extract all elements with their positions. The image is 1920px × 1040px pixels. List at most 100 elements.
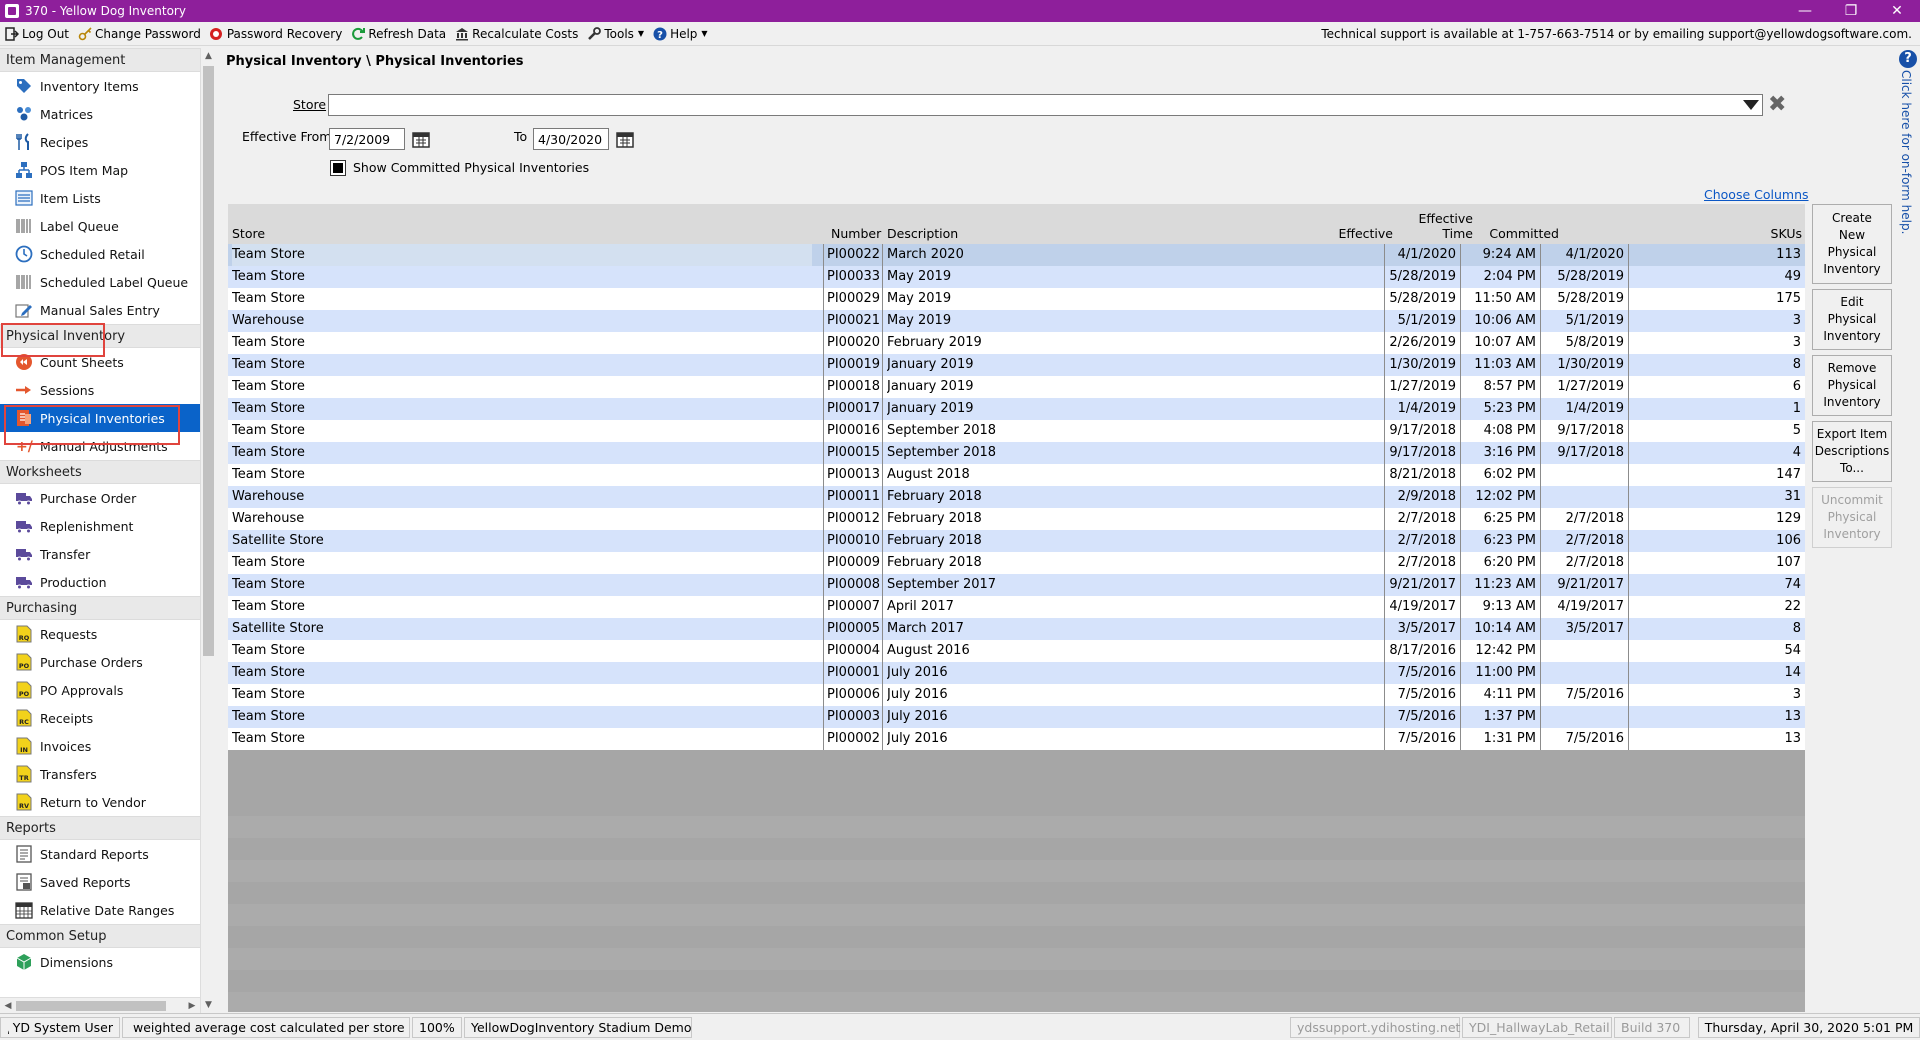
column-header-committed[interactable]: Committed [1489,226,1559,241]
on-form-help[interactable]: ? Click here for on-form help. [1896,48,1920,1013]
sidebar-item-dimensions[interactable]: Dimensions [0,948,200,976]
table-row[interactable]: Team Store PI00002 July 2016 7/5/2016 1:31 P… [228,728,1805,750]
help-menu[interactable]: ? Help ▼ [652,24,708,44]
sidebar-item-scheduled-label-queue[interactable]: Scheduled Label Queue [0,268,200,296]
sidebar-group-purchasing[interactable]: Purchasing [0,596,200,620]
table-row[interactable]: Team Store PI00013 August 2018 8/21/2018 6:0… [228,464,1805,486]
restore-icon[interactable]: ❐ [1828,0,1874,22]
table-row[interactable]: Warehouse PI00012 February 2018 2/7/2018 6:2… [228,508,1805,530]
column-header-effective-time[interactable]: Effective Time [1418,211,1473,241]
sidebar-group-physical-inventory[interactable]: Physical Inventory [0,324,200,348]
sidebar-group-reports[interactable]: Reports [0,816,200,840]
log-out-button[interactable]: Log Out [4,24,69,44]
sidebar-item-replenishment[interactable]: Replenishment [0,512,200,540]
remove-physical-inventory-button[interactable]: Remove Physical Inventory [1812,355,1892,416]
sidebar-item-standard-reports[interactable]: Standard Reports [0,840,200,868]
sidebar-item-sessions[interactable]: Sessions [0,376,200,404]
sidebar-item-manual-adjustments[interactable]: +/- Manual Adjustments [0,432,200,460]
column-header-store[interactable]: Store [232,226,265,241]
sidebar-item-invoices[interactable]: IN Invoices [0,732,200,760]
sidebar-item-purchase-orders[interactable]: PO Purchase Orders [0,648,200,676]
tools-menu[interactable]: Tools ▼ [586,24,644,44]
scroll-thumb[interactable] [203,66,214,656]
calendar-icon[interactable] [412,130,430,148]
table-row[interactable]: Team Store PI00001 July 2016 7/5/2016 11:00 … [228,662,1805,684]
table-row[interactable]: Warehouse PI00021 May 2019 5/1/2019 10:06 AM… [228,310,1805,332]
sidebar-item-relative-date-ranges[interactable]: Relative Date Ranges [0,896,200,924]
sidebar-item-scheduled-retail[interactable]: Scheduled Retail [0,240,200,268]
sidebar-item-count-sheets[interactable]: Count Sheets [0,348,200,376]
to-date-input[interactable] [533,128,609,150]
column-header-skus[interactable]: SKUs [1771,226,1802,241]
refresh-data-button[interactable]: Refresh Data [350,24,446,44]
sidebar-item-physical-inventories[interactable]: Physical Inventories [0,404,200,432]
sidebar-group-item-management[interactable]: Item Management [0,48,200,72]
table-row[interactable]: Team Store PI00033 May 2019 5/28/2019 2:04 P… [228,266,1805,288]
sidebar-item-saved-reports[interactable]: Saved Reports [0,868,200,896]
recalculate-costs-button[interactable]: Recalculate Costs [454,24,578,44]
edit-physical-inventory-button[interactable]: Edit Physical Inventory [1812,289,1892,350]
sidebar-item-item-lists[interactable]: Item Lists [0,184,200,212]
uncommit-physical-inventory-button[interactable]: Uncommit Physical Inventory [1812,487,1892,548]
table-row[interactable]: Team Store PI00029 May 2019 5/28/2019 11:50 … [228,288,1805,310]
close-icon[interactable]: ✕ [1874,0,1920,22]
table-row[interactable]: Team Store PI00020 February 2019 2/26/2019 1… [228,332,1805,354]
sidebar-item-purchase-order[interactable]: Purchase Order [0,484,200,512]
create-new-physical-inventory-button[interactable]: Create New Physical Inventory [1812,204,1892,284]
sidebar-item-return-to-vendor[interactable]: RV Return to Vendor [0,788,200,816]
table-row[interactable]: Team Store PI00006 July 2016 7/5/2016 4:11 P… [228,684,1805,706]
table-row[interactable]: Team Store PI00017 January 2019 1/4/2019 5:2… [228,398,1805,420]
show-committed-checkbox[interactable] [330,160,346,176]
scroll-right-icon[interactable]: ▶ [184,998,200,1014]
sidebar-item-pos-item-map[interactable]: POS Item Map [0,156,200,184]
password-recovery-button[interactable]: Password Recovery [209,24,342,44]
column-header-number[interactable]: Number [831,226,881,241]
sidebar-item-matrices[interactable]: Matrices [0,100,200,128]
export-item-descriptions-to-button[interactable]: Export Item Descriptions To... [1812,421,1892,482]
table-row[interactable]: Team Store PI00019 January 2019 1/30/2019 11… [228,354,1805,376]
scroll-down-icon[interactable]: ▼ [201,997,216,1013]
sidebar-item-inventory-items[interactable]: Inventory Items [0,72,200,100]
table-row[interactable]: Satellite Store PI00010 February 2018 2/7/2… [228,530,1805,552]
minimize-icon[interactable]: — [1782,0,1828,22]
sidebar-item-label-queue[interactable]: Label Queue [0,212,200,240]
table-row[interactable]: Team Store PI00007 April 2017 4/19/2017 9:13… [228,596,1805,618]
sidebar-group-worksheets[interactable]: Worksheets [0,460,200,484]
table-row[interactable]: Team Store PI00008 September 2017 9/21/2017… [228,574,1805,596]
table-row[interactable]: Team Store PI00015 September 2018 9/17/2018… [228,442,1805,464]
hscroll-thumb[interactable] [16,1001,166,1011]
table-row[interactable]: Warehouse PI00011 February 2018 2/9/2018 12:… [228,486,1805,508]
table-row[interactable]: Team Store PI00016 September 2018 9/17/2018… [228,420,1805,442]
sidebar-item-po-approvals[interactable]: PO PO Approvals [0,676,200,704]
scroll-left-icon[interactable]: ◀ [0,998,16,1014]
table-row[interactable]: Team Store PI00018 January 2019 1/27/2019 8:… [228,376,1805,398]
column-header-description[interactable]: Description [887,226,958,241]
sidebar-group-common-setup[interactable]: Common Setup [0,924,200,948]
scroll-up-icon[interactable]: ▲ [201,48,216,64]
effective-from-input[interactable] [329,128,405,150]
on-form-help-text[interactable]: Click here for on-form help. [1899,70,1913,234]
table-row[interactable]: Satellite Store PI00005 March 2017 3/5/2017… [228,618,1805,640]
sidebar-hscrollbar[interactable]: ◀ ▶ [0,997,200,1013]
change-password-button[interactable]: Change Password [77,24,201,44]
sidebar-item-recipes[interactable]: Recipes [0,128,200,156]
sidebar-item-requests[interactable]: RQ Requests [0,620,200,648]
clear-store-icon[interactable]: ✖ [1768,94,1786,116]
table-row[interactable]: Team Store PI00003 July 2016 7/5/2016 1:37 P… [228,706,1805,728]
store-dropdown[interactable] [328,94,1763,116]
table-row[interactable]: Team Store PI00009 February 2018 2/7/2018 6:… [228,552,1805,574]
sidebar-scrollbar[interactable]: ▲ ▼ [200,48,215,1013]
chevron-down-icon[interactable] [1743,100,1759,110]
sidebar-item-transfers[interactable]: TR Transfers [0,760,200,788]
sidebar-item-receipts[interactable]: RC Receipts [0,704,200,732]
sidebar-item-transfer[interactable]: Transfer [0,540,200,568]
sidebar-item-production[interactable]: Production [0,568,200,596]
sidebar-item-manual-sales-entry[interactable]: Manual Sales Entry [0,296,200,324]
table-row[interactable]: Team Store PI00022 March 2020 4/1/2020 9:24 … [228,244,1805,266]
column-header-effective[interactable]: Effective [1338,226,1393,241]
chevron-down-icon: ▼ [637,29,645,38]
help-icon[interactable]: ? [1899,50,1917,68]
table-row[interactable]: Team Store PI00004 August 2016 8/17/2016 12:… [228,640,1805,662]
calendar-icon[interactable] [616,130,634,148]
choose-columns-link[interactable]: Choose Columns [1704,187,1809,202]
